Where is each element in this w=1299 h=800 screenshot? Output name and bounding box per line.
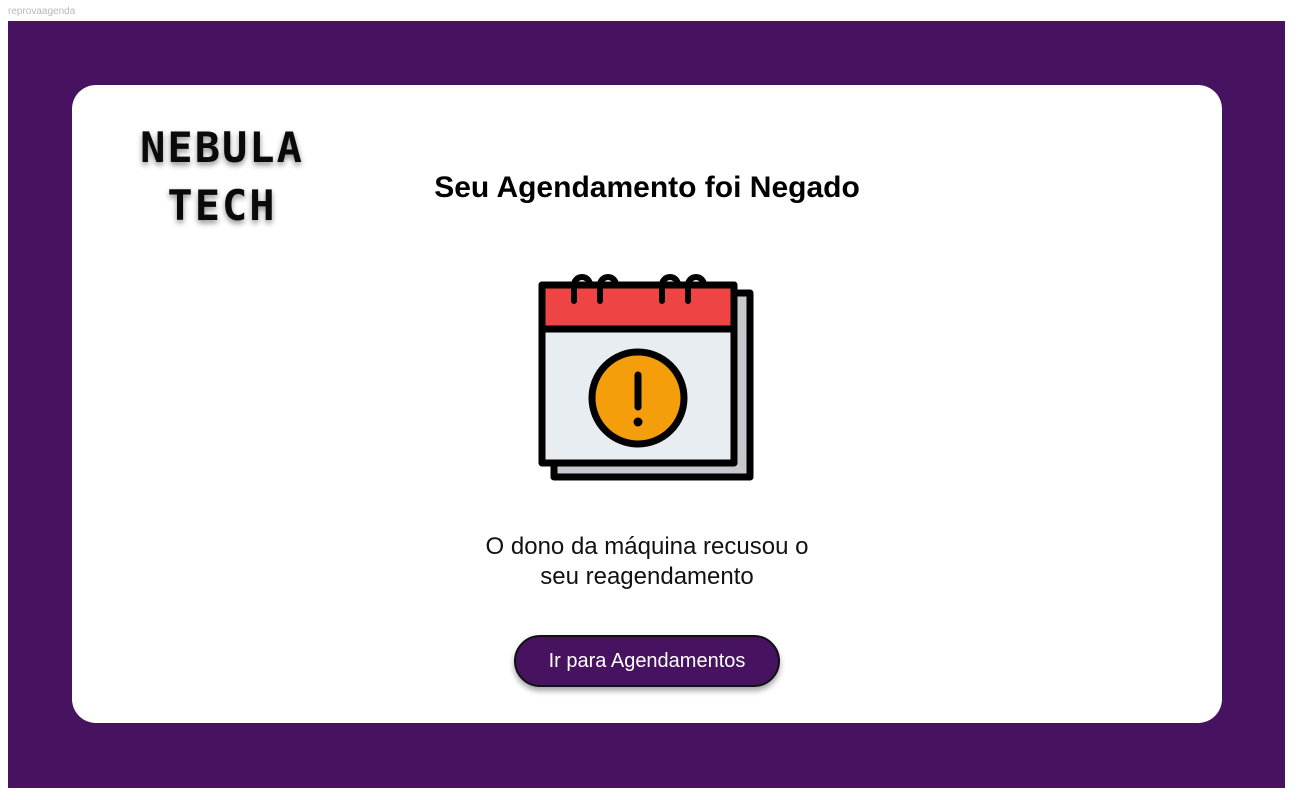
go-to-appointments-button[interactable]: Ir para Agendamentos [514, 635, 780, 687]
logo-line-1: NEBULA [140, 123, 304, 172]
message-line-1: O dono da máquina recusou o [485, 533, 809, 560]
frame-label: reprovaagenda [8, 6, 76, 17]
button-label: Ir para Agendamentos [548, 649, 746, 672]
message-line-2: seu reagendamento [540, 563, 754, 590]
calendar-warning-icon [538, 265, 754, 483]
page-title: Seu Agendamento foi Negado [434, 171, 860, 204]
content-card: NEBULA TECH Seu Agendamento foi Negado O… [72, 85, 1222, 723]
page-background: NEBULA TECH Seu Agendamento foi Negado O… [8, 21, 1285, 788]
rejection-message: O dono da máquina recusou o seu reagenda… [447, 532, 847, 592]
